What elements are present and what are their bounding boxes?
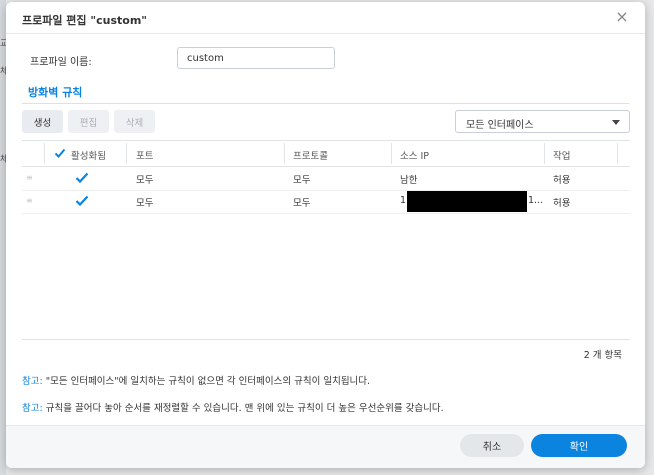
note-text: "모든 인터페이스"에 일치하는 규칙이 없으면 각 인터페이스의 규칙이 일치… [45, 376, 371, 387]
chevron-down-icon [612, 120, 620, 125]
table-row[interactable]: ≡ 모두 모두 1 1... 허용 [22, 190, 630, 214]
drag-handle-icon[interactable]: ≡ [26, 173, 33, 182]
cell-port: 모두 [136, 198, 154, 209]
cell-protocol: 모두 [293, 198, 311, 209]
profile-name-label: 프로파일 이름: [30, 57, 92, 68]
grid-footer-divider [22, 339, 630, 340]
dialog-title: 프로파일 편집 "custom" [22, 14, 148, 27]
cancel-button[interactable]: 취소 [460, 434, 524, 457]
item-count: 2 개 항목 [583, 350, 622, 361]
edit-button[interactable]: 편집 [68, 110, 109, 133]
create-button[interactable]: 생성 [22, 110, 63, 133]
interface-select[interactable]: 모든 인터페이스 [455, 110, 630, 133]
firewall-rules-grid: 활성화됨 포트 프로토콜 소스 IP 작업 ≡ 모두 모두 남한 허용 ≡ 모두… [22, 140, 630, 363]
interface-select-value: 모든 인터페이스 [466, 120, 534, 131]
section-divider [22, 103, 629, 104]
ok-button[interactable]: 확인 [531, 434, 627, 457]
delete-button[interactable]: 삭제 [114, 110, 155, 133]
check-icon [54, 148, 66, 158]
cell-protocol: 모두 [293, 175, 311, 186]
row-enabled-checkbox[interactable] [75, 195, 89, 210]
select-all-checkbox[interactable] [54, 148, 66, 162]
cell-port: 모두 [136, 175, 154, 186]
note-label: 참고: [22, 376, 43, 387]
note-2: 참고: 규칙을 끌어다 놓아 순서를 재정렬할 수 있습니다. 맨 위에 있는 … [22, 400, 444, 414]
close-icon[interactable]: × [613, 8, 631, 26]
drag-handle-icon[interactable]: ≡ [26, 196, 33, 205]
table-row[interactable]: ≡ 모두 모두 남한 허용 [22, 167, 630, 191]
column-header-action[interactable]: 작업 [553, 148, 570, 162]
cell-action: 허용 [553, 175, 571, 186]
cell-action: 허용 [553, 198, 571, 209]
note-text: 규칙을 끌어다 놓아 순서를 재정렬할 수 있습니다. 맨 위에 있는 규칙이 … [45, 403, 444, 414]
column-header-port[interactable]: 포트 [136, 148, 153, 162]
redacted-block [407, 191, 527, 212]
column-header-enabled[interactable]: 활성화됨 [71, 148, 106, 162]
grid-header: 활성화됨 포트 프로토콜 소스 IP 작업 [22, 141, 630, 167]
section-title-firewall-rules: 방화벽 규칙 [28, 86, 83, 99]
header-divider [6, 33, 645, 34]
cell-source-ip: 남한 [400, 175, 418, 186]
row-enabled-checkbox[interactable] [75, 172, 89, 187]
edit-profile-dialog: 프로파일 편집 "custom" × 프로파일 이름: 방화벽 규칙 생성 편집… [6, 2, 645, 468]
column-header-source-ip[interactable]: 소스 IP [400, 148, 429, 162]
note-1: 참고: "모든 인터페이스"에 일치하는 규칙이 없으면 각 인터페이스의 규칙… [22, 373, 370, 387]
cell-source-ip-suffix: 1... [528, 195, 544, 206]
note-label: 참고: [22, 403, 43, 414]
check-icon [75, 172, 89, 184]
check-icon [75, 195, 89, 207]
profile-name-input[interactable] [177, 47, 335, 69]
cell-source-ip-prefix: 1 [400, 195, 407, 206]
column-header-protocol[interactable]: 프로토콜 [293, 148, 328, 162]
